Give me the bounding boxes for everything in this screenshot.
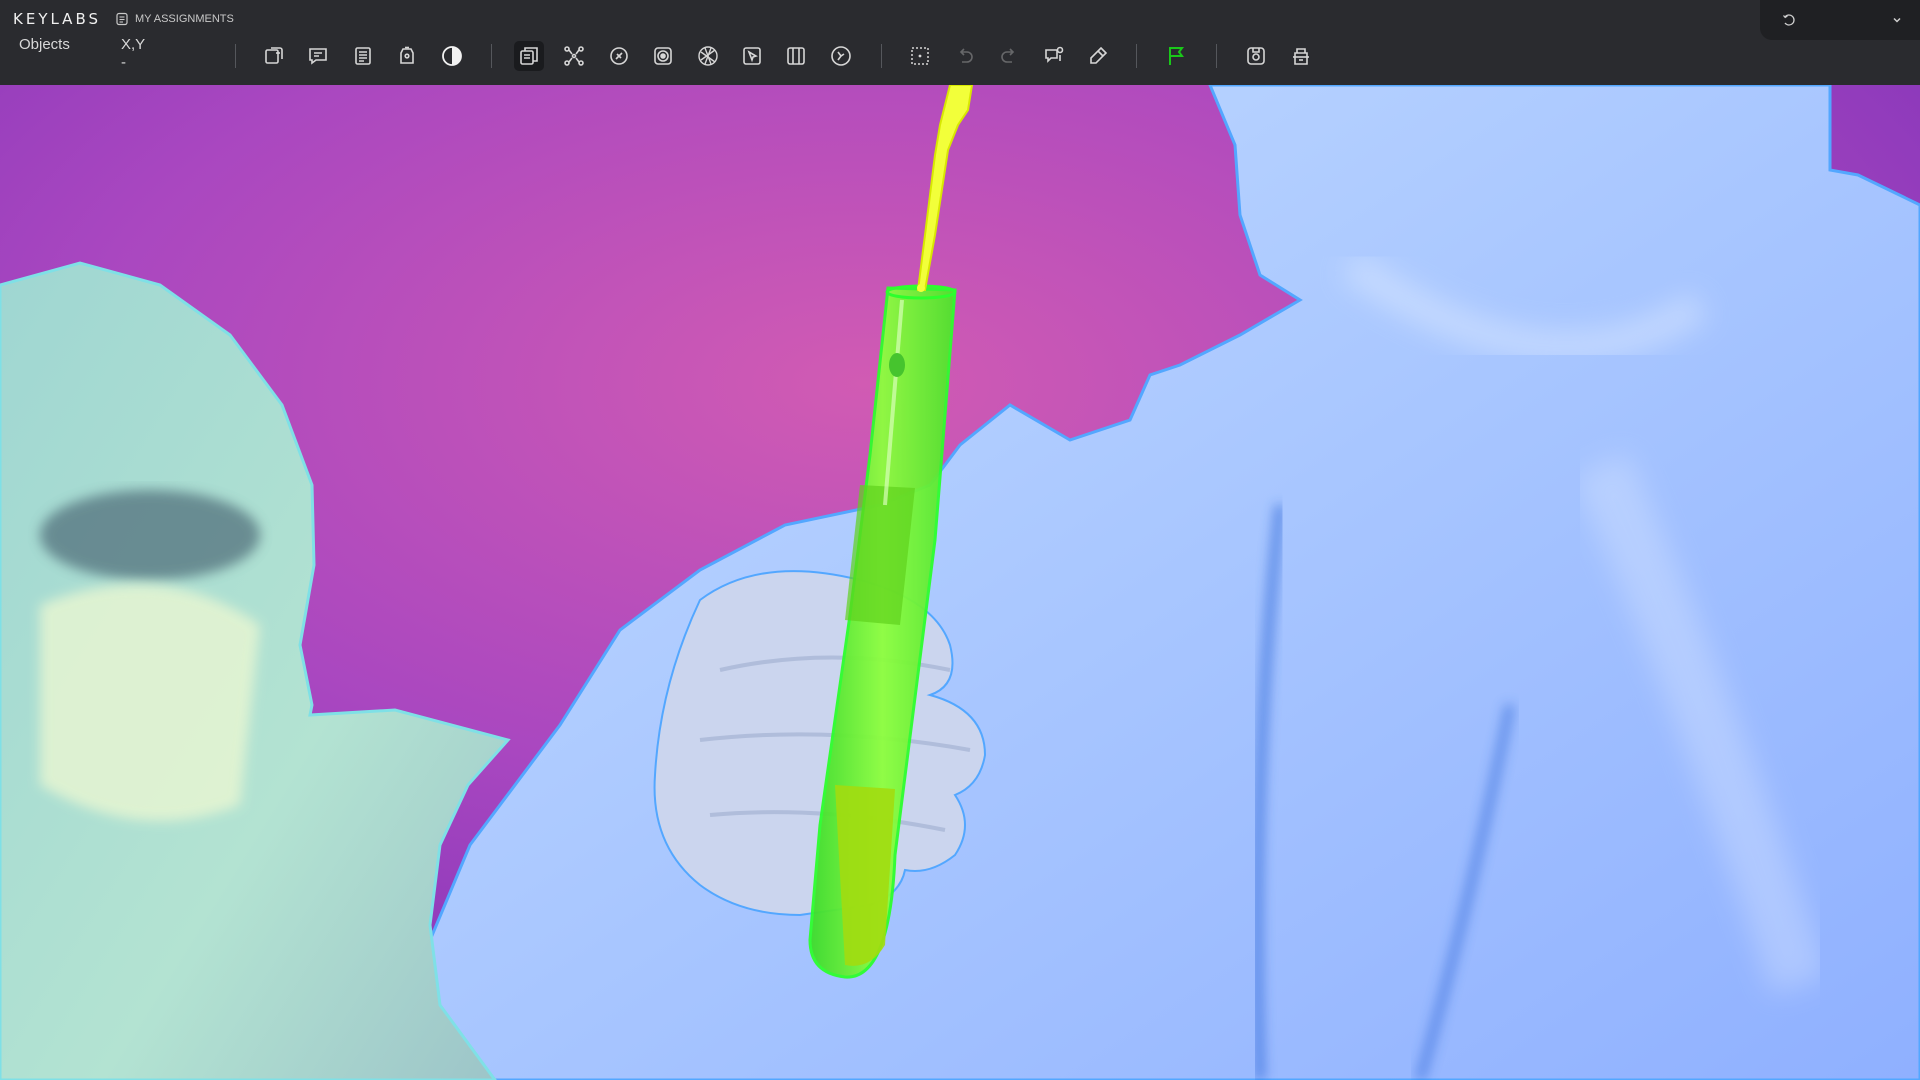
tag-icon — [400, 46, 414, 64]
refresh-button[interactable] — [1778, 9, 1800, 31]
eraser-tool[interactable] — [1083, 41, 1113, 71]
my-assignments-link[interactable]: MY ASSIGNMENTS — [115, 10, 234, 28]
toolbar-separator — [1216, 44, 1217, 68]
brush-tool[interactable] — [604, 41, 634, 71]
coordinates-value: - — [121, 54, 126, 71]
left-person-face-mask — [40, 584, 260, 821]
keypoints-icon — [564, 46, 584, 66]
coordinates-readout: X,Y - — [121, 36, 145, 71]
polygon-copy-tool[interactable] — [514, 41, 544, 71]
comment-icon — [309, 48, 327, 65]
coordinates-label: X,Y — [121, 36, 146, 53]
list-tool[interactable] — [348, 41, 378, 71]
mask-icon — [654, 47, 672, 65]
flag-tool[interactable] — [1161, 41, 1191, 71]
tag-tool[interactable] — [392, 41, 422, 71]
undo-button[interactable] — [950, 41, 980, 71]
pipette-tip-drop — [917, 284, 925, 292]
save-icon — [1247, 47, 1265, 65]
mask-tool[interactable] — [648, 41, 678, 71]
list-icon — [355, 47, 371, 65]
grid-icon — [787, 47, 805, 65]
smart-select-tool[interactable] — [737, 41, 767, 71]
brush-icon — [610, 47, 628, 65]
contrast-tool[interactable] — [437, 41, 467, 71]
toolbar-separator — [235, 44, 236, 68]
focus-icon — [911, 47, 929, 65]
app-logo: KEYLABS — [13, 10, 101, 28]
toolbar-separator — [881, 44, 882, 68]
auto-tool[interactable] — [826, 41, 856, 71]
review-tool[interactable] — [1039, 41, 1069, 71]
grid-tool[interactable] — [781, 41, 811, 71]
submit-button[interactable] — [1286, 41, 1316, 71]
undo-icon — [959, 48, 973, 63]
layers-icon — [520, 47, 538, 65]
top-toolbar: KEYLABS MY ASSIGNMENTS Objects X,Y - — [0, 0, 1920, 85]
save-button[interactable] — [1241, 41, 1271, 71]
comment-tool[interactable] — [303, 41, 333, 71]
review-icon — [1045, 46, 1064, 63]
bounding-box-tool[interactable] — [259, 41, 289, 71]
contrast-icon — [442, 46, 462, 66]
account-dropdown-button[interactable] — [1886, 9, 1908, 31]
flag-icon — [1169, 47, 1184, 65]
bbox-icon — [265, 47, 283, 64]
toolbar-separator — [1136, 44, 1137, 68]
my-assignments-label: MY ASSIGNMENTS — [135, 13, 234, 25]
tube-droplet — [889, 353, 905, 377]
left-person-goggles — [40, 490, 260, 580]
keypoints-tool[interactable] — [559, 41, 589, 71]
toolbar-separator — [491, 44, 492, 68]
chevron-down-icon — [1893, 17, 1901, 23]
submit-icon — [1293, 48, 1309, 65]
top-right-panel — [1760, 0, 1920, 40]
annotated-image[interactable] — [0, 85, 1920, 1080]
cursor-box-icon — [743, 47, 761, 65]
mesh-icon — [698, 46, 718, 66]
redo-button[interactable] — [994, 41, 1024, 71]
timer-icon — [831, 46, 851, 66]
objects-tab[interactable]: Objects — [19, 36, 70, 53]
refresh-icon — [1783, 14, 1795, 26]
assignments-icon — [116, 12, 128, 26]
annotation-canvas[interactable] — [0, 85, 1920, 1080]
focus-tool[interactable] — [905, 41, 935, 71]
redo-icon — [1001, 48, 1015, 63]
mesh-tool[interactable] — [693, 41, 723, 71]
eraser-icon — [1090, 46, 1108, 64]
